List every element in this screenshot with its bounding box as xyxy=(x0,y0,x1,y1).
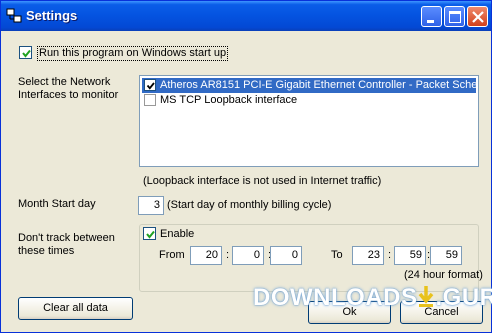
close-button[interactable] xyxy=(467,6,488,27)
to-minute-input[interactable]: 59 xyxy=(394,246,426,265)
checkmark-icon xyxy=(22,49,31,58)
checkmark-icon xyxy=(146,82,155,90)
list-item-atheros[interactable]: Atheros AR8151 PCI-E Gigabit Ethernet Co… xyxy=(142,78,476,93)
month-start-input[interactable]: 3 xyxy=(138,196,164,215)
downloads-guru-watermark: DOWNLOADS .GURU xyxy=(253,284,492,324)
network-app-icon xyxy=(6,8,22,24)
time-separator: : xyxy=(388,249,392,261)
network-interfaces-label: Select the Network Interfaces to monitor xyxy=(18,76,119,101)
to-hour-input[interactable]: 23 xyxy=(352,246,384,265)
title-bar[interactable]: Settings xyxy=(1,1,491,31)
from-minute-input[interactable]: 0 xyxy=(232,246,264,265)
interface-checkbox[interactable] xyxy=(144,94,156,106)
enable-checkbox[interactable] xyxy=(143,227,156,240)
month-start-hint: (Start day of monthly billing cycle) xyxy=(167,199,332,211)
network-interfaces-list[interactable]: Atheros AR8151 PCI-E Gigabit Ethernet Co… xyxy=(139,75,479,167)
watermark-main: DOWNLOADS xyxy=(253,284,418,311)
clear-all-data-button[interactable]: Clear all data xyxy=(18,297,133,320)
loopback-note: (Loopback interface is not used in Inter… xyxy=(143,175,382,187)
watermark-text: DOWNLOADS .GURU xyxy=(253,284,492,312)
from-label: From xyxy=(159,249,185,261)
startup-label[interactable]: Run this program on Windows start up xyxy=(37,46,229,61)
month-start-label: Month Start day xyxy=(18,198,96,210)
startup-checkbox[interactable] xyxy=(19,46,32,59)
minimize-button[interactable] xyxy=(421,6,442,27)
time-format-note: (24 hour format) xyxy=(404,269,483,281)
to-second-input[interactable]: 59 xyxy=(430,246,462,265)
list-item-loopback[interactable]: MS TCP Loopback interface xyxy=(142,93,476,108)
download-arrow-icon xyxy=(419,286,434,307)
from-second-input[interactable]: 0 xyxy=(270,246,302,265)
dont-track-label: Don't track between these times xyxy=(18,232,115,257)
checkmark-icon xyxy=(146,230,155,239)
from-hour-input[interactable]: 20 xyxy=(190,246,222,265)
close-icon xyxy=(472,11,484,23)
to-label: To xyxy=(331,249,343,261)
settings-window: Settings Run this program on Windows sta… xyxy=(0,0,492,333)
interface-label: Atheros AR8151 PCI-E Gigabit Ethernet Co… xyxy=(160,79,476,91)
minimize-icon xyxy=(427,20,434,23)
window-title: Settings xyxy=(26,8,78,23)
enable-label: Enable xyxy=(160,228,195,240)
maximize-icon xyxy=(449,11,461,23)
maximize-button[interactable] xyxy=(444,6,465,27)
watermark-suffix: .GURU xyxy=(435,284,492,311)
interface-label: MS TCP Loopback interface xyxy=(160,94,298,106)
time-separator: : xyxy=(226,249,230,261)
interface-checkbox[interactable] xyxy=(144,79,156,91)
